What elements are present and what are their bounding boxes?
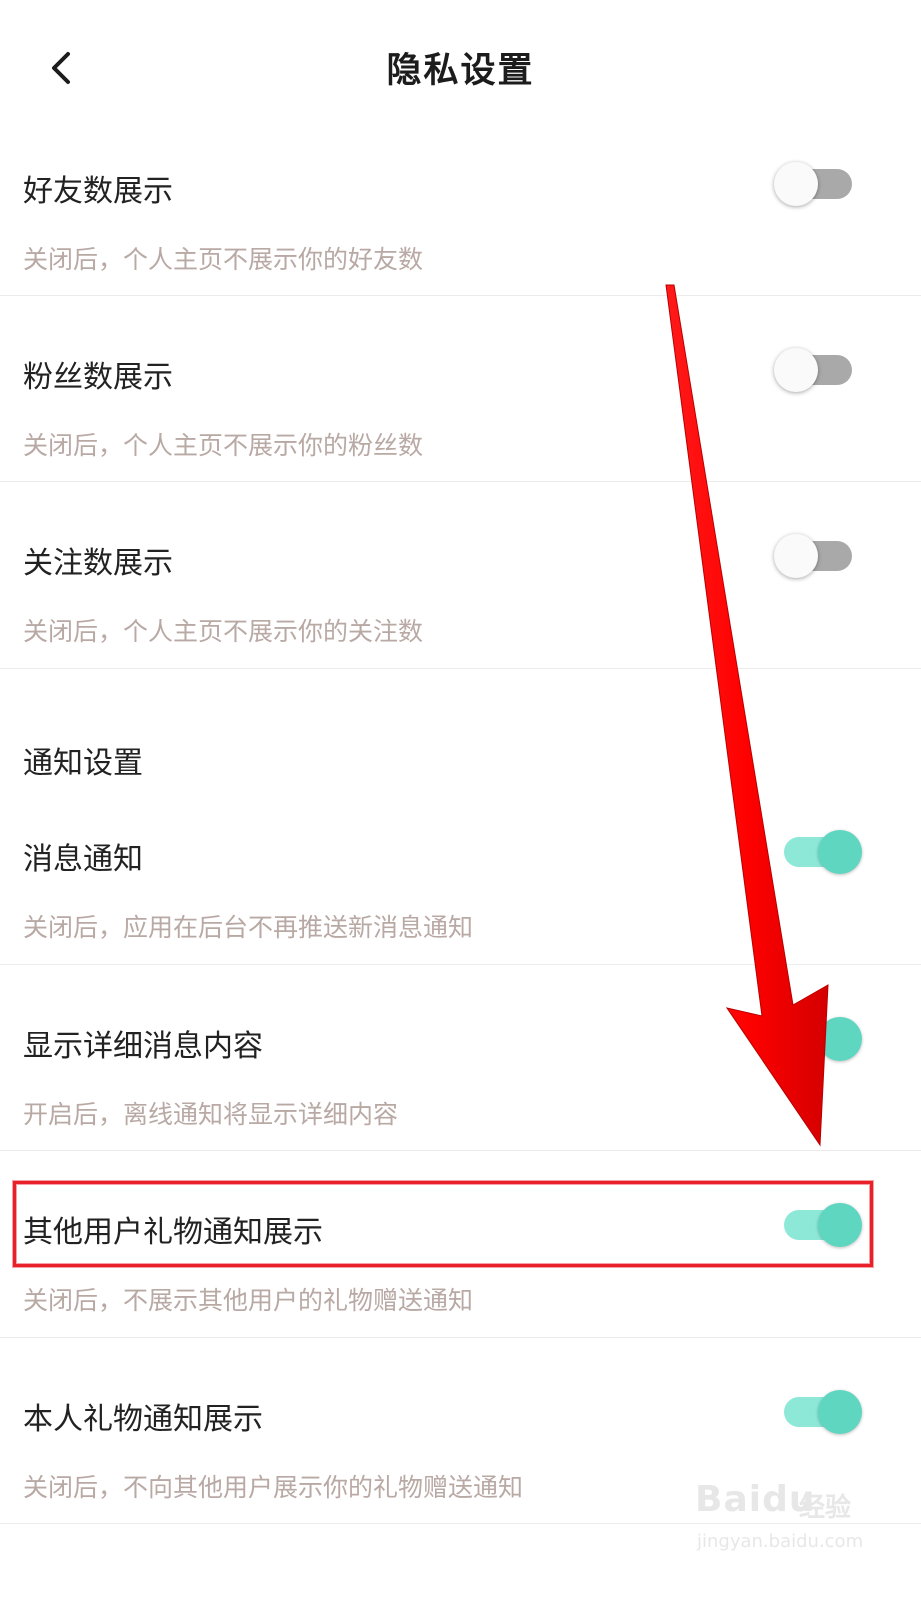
- setting-desc: 关闭后，个人主页不展示你的关注数: [23, 617, 424, 646]
- header-bar: 隐私设置: [0, 0, 921, 136]
- setting-title: 其他用户礼物通知展示: [23, 1215, 323, 1250]
- toggle-friend-count[interactable]: [774, 161, 856, 207]
- setting-desc: 关闭后，个人主页不展示你的粉丝数: [23, 431, 424, 460]
- watermark-url: jingyan.baidu.com: [697, 1531, 864, 1552]
- toggle-detail-content[interactable]: [780, 1016, 862, 1062]
- toggle-follow-count[interactable]: [774, 533, 856, 579]
- toggle-own-gift-notify[interactable]: [780, 1389, 862, 1435]
- page-title: 隐私设置: [386, 51, 535, 91]
- toggle-fan-count[interactable]: [774, 347, 856, 393]
- toggle-knob: [774, 348, 818, 392]
- setting-row-detail-content: 显示详细消息内容 开启后，离线通知将显示详细内容: [0, 965, 921, 1151]
- setting-title: 粉丝数展示: [23, 360, 173, 395]
- setting-title: 消息通知: [23, 842, 143, 877]
- setting-title: 本人礼物通知展示: [23, 1402, 263, 1437]
- divider: [0, 668, 921, 669]
- setting-desc: 关闭后，不展示其他用户的礼物赠送通知: [23, 1286, 474, 1315]
- toggle-knob: [774, 534, 818, 578]
- setting-desc: 关闭后，应用在后台不再推送新消息通知: [23, 913, 474, 942]
- setting-row-others-gift-notify: 其他用户礼物通知展示 关闭后，不展示其他用户的礼物赠送通知: [0, 1151, 921, 1337]
- toggle-others-gift-notify[interactable]: [780, 1202, 862, 1248]
- section-title-notification: 通知设置: [23, 746, 143, 781]
- setting-row-message-notify: 消息通知 关闭后，应用在后台不再推送新消息通知: [0, 800, 921, 964]
- toggle-knob: [818, 1390, 862, 1434]
- setting-row-own-gift-notify: 本人礼物通知展示 关闭后，不向其他用户展示你的礼物赠送通知: [0, 1338, 921, 1524]
- setting-row-fan-count: 粉丝数展示 关闭后，个人主页不展示你的粉丝数: [0, 296, 921, 482]
- toggle-knob: [774, 162, 818, 206]
- setting-title: 显示详细消息内容: [23, 1029, 263, 1064]
- toggle-knob: [818, 1203, 862, 1247]
- divider: [0, 1523, 921, 1524]
- setting-desc: 开启后，离线通知将显示详细内容: [23, 1100, 399, 1129]
- toggle-knob: [818, 830, 862, 874]
- setting-title: 关注数展示: [23, 546, 173, 581]
- setting-row-friend-count: 好友数展示 关闭后，个人主页不展示你的好友数: [0, 136, 921, 296]
- setting-desc: 关闭后，个人主页不展示你的好友数: [23, 245, 424, 274]
- toggle-message-notify[interactable]: [780, 829, 862, 875]
- setting-title: 好友数展示: [23, 174, 173, 209]
- setting-row-follow-count: 关注数展示 关闭后，个人主页不展示你的关注数: [0, 482, 921, 668]
- setting-desc: 关闭后，不向其他用户展示你的礼物赠送通知: [23, 1473, 524, 1502]
- toggle-knob: [818, 1017, 862, 1061]
